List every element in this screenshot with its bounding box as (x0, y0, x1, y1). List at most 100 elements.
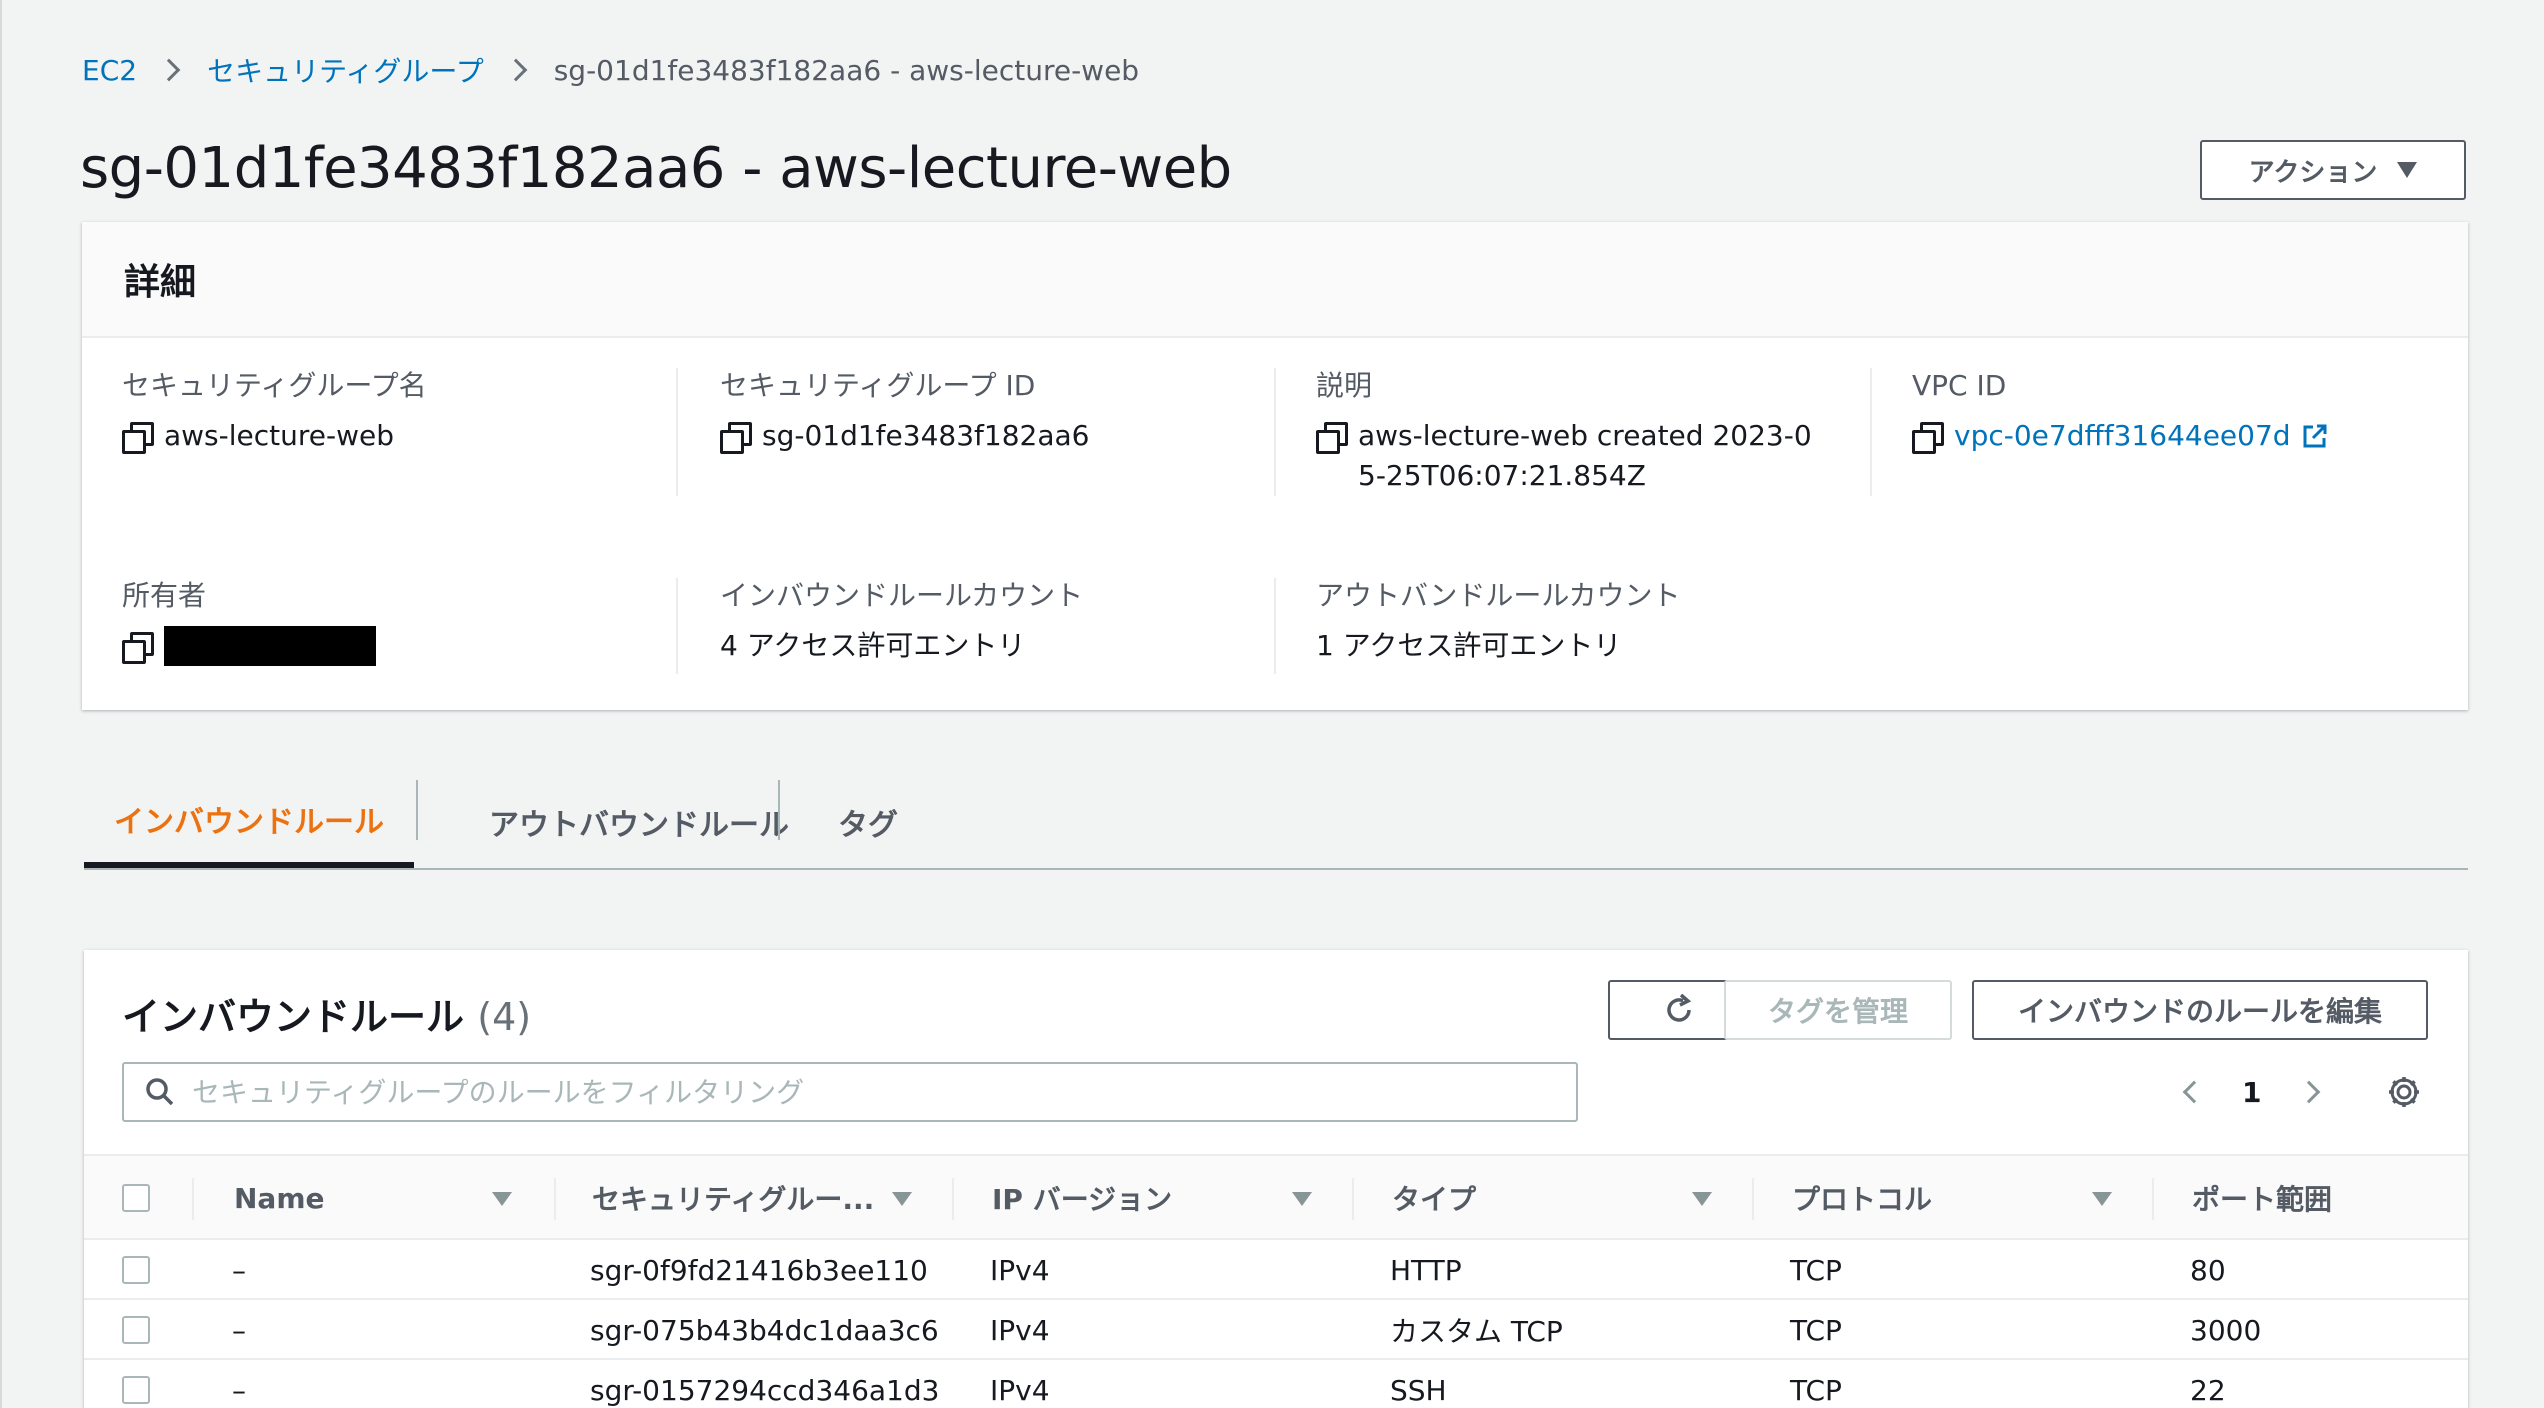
search-field (122, 1062, 1578, 1122)
search-icon (146, 1078, 174, 1106)
pagination: 1 (2182, 1062, 2321, 1122)
vpc-id-link[interactable]: vpc-0e7dfff31644ee07d (1954, 416, 2291, 456)
caret-down-icon (2397, 162, 2418, 178)
inbound-rules-count: (4) (477, 995, 532, 1039)
row-checkbox[interactable] (122, 1256, 150, 1284)
field-description: 説明 aws-lecture-web created 2023-05-25T06… (1316, 368, 1816, 496)
external-link-icon[interactable] (2301, 422, 2329, 450)
inbound-rules-heading: インバウンドルール (122, 995, 465, 1039)
page-number[interactable]: 1 (2242, 1076, 2261, 1109)
field-sg-name: セキュリティグループ名 aws-lecture-web (122, 368, 682, 456)
cell-type: HTTP (1390, 1253, 1462, 1287)
details-header: 詳細 (82, 222, 2468, 338)
column-divider (1352, 1178, 1354, 1220)
divider (676, 578, 678, 674)
column-divider (192, 1178, 194, 1220)
tab-tags[interactable]: タグ (780, 776, 956, 868)
chevron-right-icon (504, 58, 528, 82)
cell-ip-version: IPv4 (990, 1313, 1050, 1347)
column-divider (952, 1178, 954, 1220)
actions-button-label: アクション (2248, 157, 2378, 188)
breadcrumb-current: sg-01d1fe3483f182aa6 - aws-lecture-web (553, 53, 1140, 87)
sort-icon[interactable] (2092, 1192, 2112, 1206)
column-divider (1752, 1178, 1754, 1220)
field-label: インバウンドルールカウント (720, 579, 1084, 612)
cell-rule-id: sgr-075b43b4dc1daa3c6 (590, 1313, 939, 1347)
cell-ip-version: IPv4 (990, 1253, 1050, 1287)
copy-icon[interactable] (720, 422, 752, 454)
field-vpc-id: VPC ID vpc-0e7dfff31644ee07d (1912, 368, 2472, 456)
breadcrumb-ec2-link[interactable]: EC2 (82, 54, 137, 87)
field-outbound-count: アウトバンドルールカウント 1 アクセス許可エントリ (1316, 578, 1876, 666)
details-panel: 詳細 セキュリティグループ名 aws-lecture-web セキュリティグルー… (82, 222, 2468, 710)
sort-icon[interactable] (1692, 1192, 1712, 1206)
column-header-ip-version[interactable]: IP バージョン (992, 1156, 1172, 1240)
column-divider (2152, 1178, 2154, 1220)
divider (1274, 368, 1276, 496)
column-header-name[interactable]: Name (234, 1156, 325, 1240)
manage-tags-button[interactable]: タグを管理 (1724, 980, 1952, 1040)
edit-inbound-rules-button[interactable]: インバウンドのルールを編集 (1972, 980, 2428, 1040)
sg-id-value: sg-01d1fe3483f182aa6 (762, 419, 1090, 452)
copy-icon[interactable] (1316, 422, 1348, 454)
breadcrumb-security-groups-link[interactable]: セキュリティグループ (207, 50, 484, 90)
sg-name-value: aws-lecture-web (164, 419, 395, 452)
table-row[interactable]: – sgr-0f9fd21416b3ee110 IPv4 HTTP TCP 80 (84, 1240, 2468, 1300)
divider (1274, 578, 1276, 674)
cell-name: – (232, 1313, 246, 1347)
chevron-right-icon (157, 58, 181, 82)
field-label: セキュリティグループ名 (122, 369, 427, 402)
cell-protocol: TCP (1790, 1313, 1842, 1347)
table-row[interactable]: – sgr-0157294ccd346a1d3 IPv4 SSH TCP 22 (84, 1360, 2468, 1408)
table-row[interactable]: – sgr-075b43b4dc1daa3c6 IPv4 カスタム TCP TC… (84, 1300, 2468, 1360)
cell-protocol: TCP (1790, 1373, 1842, 1407)
copy-icon[interactable] (122, 422, 154, 454)
column-header-protocol[interactable]: プロトコル (1792, 1156, 1932, 1240)
field-owner: 所有者 (122, 578, 682, 666)
row-checkbox[interactable] (122, 1316, 150, 1344)
copy-icon[interactable] (122, 632, 154, 664)
refresh-icon (1667, 993, 1692, 1022)
field-label: VPC ID (1912, 369, 2007, 402)
settings-icon[interactable] (2386, 1074, 2422, 1110)
chevron-right-icon[interactable] (2298, 1080, 2321, 1104)
cell-type: SSH (1390, 1373, 1447, 1407)
cell-name: – (232, 1253, 246, 1287)
sort-icon[interactable] (892, 1192, 912, 1206)
copy-icon[interactable] (1912, 422, 1944, 454)
column-header-type[interactable]: タイプ (1392, 1156, 1476, 1240)
table-header: Name セキュリティグルー... IP バージョン タイプ プロトコル ポート… (84, 1154, 2468, 1240)
column-header-port-range[interactable]: ポート範囲 (2192, 1156, 2332, 1240)
cell-port-range: 3000 (2190, 1313, 2262, 1347)
inbound-rules-panel: インバウンドルール (4) タグを管理 インバウンドのルールを編集 1 Name… (84, 950, 2468, 1408)
tab-inbound-rules[interactable]: インバウンドルール (84, 776, 414, 868)
row-checkbox[interactable] (122, 1376, 150, 1404)
field-label: 所有者 (122, 579, 207, 612)
actions-button[interactable]: アクション (2200, 140, 2466, 200)
select-all-checkbox[interactable] (122, 1184, 150, 1212)
cell-port-range: 22 (2190, 1373, 2226, 1407)
divider (676, 368, 678, 496)
cell-rule-id: sgr-0157294ccd346a1d3 (590, 1373, 940, 1407)
page-title: sg-01d1fe3483f182aa6 - aws-lecture-web (80, 136, 1232, 201)
cell-type: カスタム TCP (1390, 1315, 1563, 1348)
inbound-rules-title: インバウンドルール (4) (122, 986, 531, 1041)
description-value: aws-lecture-web created 2023-05-25T06:07… (1358, 419, 1812, 492)
search-input[interactable] (192, 1075, 1542, 1109)
cell-protocol: TCP (1790, 1253, 1842, 1287)
sort-icon[interactable] (1292, 1192, 1312, 1206)
divider (1870, 368, 1872, 496)
breadcrumb: EC2 セキュリティグループ sg-01d1fe3483f182aa6 - aw… (82, 50, 1140, 90)
column-divider (554, 1178, 556, 1220)
owner-redacted (164, 626, 376, 666)
field-inbound-count: インバウンドルールカウント 4 アクセス許可エントリ (720, 578, 1280, 666)
field-sg-id: セキュリティグループ ID sg-01d1fe3483f182aa6 (720, 368, 1280, 456)
inbound-count-value: 4 アクセス許可エントリ (720, 629, 1026, 662)
field-label: 説明 (1316, 369, 1373, 402)
sort-icon[interactable] (492, 1192, 512, 1206)
chevron-left-icon[interactable] (2182, 1080, 2206, 1104)
column-header-security-group-rule-id[interactable]: セキュリティグルー... (592, 1156, 874, 1240)
cell-name: – (232, 1373, 246, 1407)
tab-divider (416, 780, 418, 840)
outbound-count-value: 1 アクセス許可エントリ (1316, 629, 1622, 662)
